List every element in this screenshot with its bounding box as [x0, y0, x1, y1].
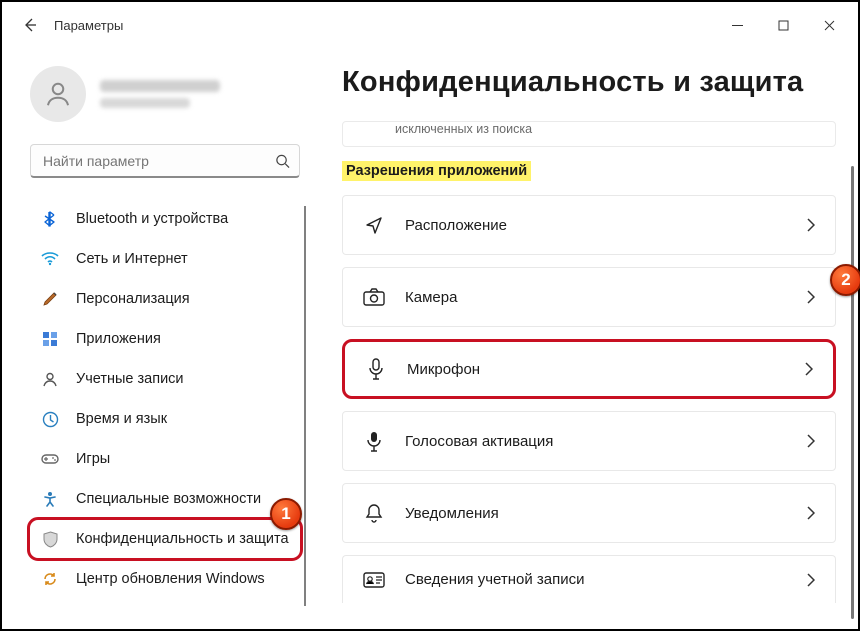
chevron-right-icon	[807, 573, 815, 587]
sidebar-item-privacy[interactable]: Конфиденциальность и защита	[30, 520, 300, 558]
maximize-icon	[778, 20, 789, 31]
card-notifications[interactable]: Уведомления	[342, 483, 836, 543]
card-voice-activation[interactable]: Голосовая активация	[342, 411, 836, 471]
clock-globe-icon	[40, 409, 60, 429]
shield-icon	[40, 529, 60, 549]
title-bar: Параметры	[2, 2, 858, 48]
sidebar-item-gaming[interactable]: Игры	[30, 440, 300, 478]
sidebar-item-bluetooth[interactable]: Bluetooth и устройства	[30, 200, 300, 238]
card-microphone[interactable]: Микрофон	[342, 339, 836, 399]
update-icon	[40, 569, 60, 589]
back-button[interactable]	[16, 11, 44, 39]
paintbrush-icon	[40, 289, 60, 309]
accounts-icon	[40, 369, 60, 389]
sidebar-item-label: Конфиденциальность и защита	[76, 531, 289, 547]
bell-icon	[363, 502, 385, 524]
sidebar-item-apps[interactable]: Приложения	[30, 320, 300, 358]
sidebar-item-label: Игры	[76, 451, 110, 467]
sidebar-item-label: Специальные возможности	[76, 491, 261, 507]
close-button[interactable]	[806, 9, 852, 41]
partial-previous-row[interactable]: исключенных из поиска	[342, 121, 836, 147]
arrow-left-icon	[22, 17, 38, 33]
content-pane: Конфиденциальность и защита исключенных …	[314, 48, 858, 629]
avatar	[30, 66, 86, 122]
section-header: Разрешения приложений	[342, 161, 531, 181]
sidebar-item-time-language[interactable]: Время и язык	[30, 400, 300, 438]
accessibility-icon	[40, 489, 60, 509]
sidebar-item-label: Приложения	[76, 331, 161, 347]
sidebar-item-label: Bluetooth и устройства	[76, 211, 228, 227]
card-label: Микрофон	[407, 361, 480, 378]
card-label: Камера	[405, 289, 457, 306]
content-scrollbar[interactable]	[851, 166, 854, 619]
annotation-badge-2: 2	[830, 264, 860, 296]
search-icon	[275, 154, 290, 169]
minimize-icon	[732, 20, 743, 31]
sidebar-item-label: Время и язык	[76, 411, 167, 427]
sidebar-item-label: Учетные записи	[76, 371, 184, 387]
chevron-right-icon	[805, 362, 813, 376]
card-label: Расположение	[405, 217, 507, 234]
page-title: Конфиденциальность и защита	[342, 66, 836, 99]
card-label: Сведения учетной записи	[405, 571, 585, 588]
card-location[interactable]: Расположение	[342, 195, 836, 255]
sidebar-item-label: Центр обновления Windows	[76, 571, 265, 587]
microphone-icon	[365, 358, 387, 380]
user-account[interactable]	[30, 66, 300, 122]
card-account-info[interactable]: Сведения учетной записи	[342, 555, 836, 603]
user-name-redacted	[100, 80, 220, 108]
sidebar-scrollbar[interactable]	[304, 206, 306, 606]
maximize-button[interactable]	[760, 9, 806, 41]
person-icon	[43, 79, 73, 109]
location-icon	[363, 214, 385, 236]
sidebar-item-label: Сеть и Интернет	[76, 251, 188, 267]
close-icon	[824, 20, 835, 31]
search-input[interactable]	[30, 144, 300, 178]
sidebar-item-personalization[interactable]: Персонализация	[30, 280, 300, 318]
gamepad-icon	[40, 449, 60, 469]
wifi-icon	[40, 249, 60, 269]
window-title: Параметры	[54, 18, 123, 33]
camera-icon	[363, 286, 385, 308]
sidebar-item-windows-update[interactable]: Центр обновления Windows	[30, 560, 300, 598]
sidebar-item-accounts[interactable]: Учетные записи	[30, 360, 300, 398]
chevron-right-icon	[807, 218, 815, 232]
id-card-icon	[363, 569, 385, 591]
card-label: Уведомления	[405, 505, 499, 522]
search-box[interactable]	[30, 144, 300, 178]
minimize-button[interactable]	[714, 9, 760, 41]
bluetooth-icon	[40, 209, 60, 229]
chevron-right-icon	[807, 290, 815, 304]
chevron-right-icon	[807, 506, 815, 520]
apps-icon	[40, 329, 60, 349]
card-camera[interactable]: Камера	[342, 267, 836, 327]
sidebar-item-accessibility[interactable]: Специальные возможности	[30, 480, 300, 518]
card-label: Голосовая активация	[405, 433, 553, 450]
chevron-right-icon	[807, 434, 815, 448]
annotation-badge-1: 1	[270, 498, 302, 530]
partial-row-text: исключенных из поиска	[395, 122, 532, 136]
nav-list: Bluetooth и устройства Сеть и Интернет П…	[30, 200, 300, 600]
sidebar-item-network[interactable]: Сеть и Интернет	[30, 240, 300, 278]
sidebar: Bluetooth и устройства Сеть и Интернет П…	[2, 48, 314, 629]
voice-activation-icon	[363, 430, 385, 452]
sidebar-item-label: Персонализация	[76, 291, 190, 307]
